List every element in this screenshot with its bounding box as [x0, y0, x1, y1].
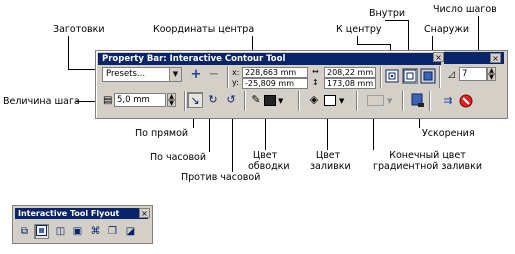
interactive-tool-flyout: Interactive Tool Flyout × ⧉ ◫ ▣ ⌘ ❒ ◪: [12, 205, 153, 244]
steps-spin-up-icon[interactable]: ▲: [487, 67, 496, 74]
label-outside: Снаружи: [424, 24, 470, 35]
spin-up-icon[interactable]: ▲: [167, 93, 176, 100]
label-to-center: К центру: [336, 24, 382, 35]
fill-color-dropdown-arrow[interactable]: ▼: [339, 97, 344, 105]
label-center-coordinates: Координаты центра: [153, 24, 255, 35]
center-x-input[interactable]: 228,663 mm: [242, 67, 308, 78]
close-icon[interactable]: ×: [490, 53, 501, 63]
counterclockwise-icon: ↺: [226, 93, 236, 106]
label-acceleration: Ускорения: [422, 128, 475, 139]
end-gradient-color-swatch[interactable]: [367, 95, 384, 106]
label-fill-color: Цвет заливки: [310, 150, 351, 172]
separator: [298, 91, 300, 111]
outline-color-swatch[interactable]: [264, 95, 276, 106]
straight-blend-button[interactable]: ↘: [187, 92, 203, 108]
end-gradient-dropdown-arrow[interactable]: ▼: [387, 97, 392, 105]
transparency-tool-icon[interactable]: ◪: [123, 224, 138, 239]
remove-preset-button[interactable]: −: [206, 67, 222, 83]
distort-tool-icon[interactable]: ◫: [53, 224, 68, 239]
label-number-of-steps: Число шагов: [433, 4, 497, 15]
fill-color-swatch[interactable]: [324, 95, 336, 106]
label-step-size: Величина шага: [3, 96, 80, 107]
copy-contour-button[interactable]: ⇉: [440, 93, 456, 109]
separator: [356, 91, 358, 111]
property-bar: Property Bar: Interactive Contour Tool ×…: [95, 50, 447, 119]
spin-down-icon[interactable]: ▼: [167, 100, 176, 107]
separator: [244, 91, 246, 111]
leader-line: [357, 36, 358, 44]
x-label: x:: [232, 68, 240, 77]
y-label: y:: [232, 78, 239, 87]
label-straight: По прямой: [135, 128, 189, 139]
straight-blend-icon: ↘: [190, 94, 200, 107]
to-center-icon: [385, 69, 399, 83]
counterclockwise-blend-button[interactable]: ↺: [223, 92, 239, 108]
acceleration-button[interactable]: [409, 92, 425, 108]
clockwise-blend-button[interactable]: ↻: [205, 92, 221, 108]
clockwise-icon: ↻: [208, 93, 218, 106]
number-of-steps-input[interactable]: 7: [459, 67, 487, 81]
separator: [429, 91, 431, 111]
step-offset-input[interactable]: 5,0 mm: [114, 93, 166, 107]
width-input[interactable]: 208,22 mm: [324, 67, 376, 78]
acceleration-icon: [411, 93, 424, 107]
pen-icon: ✎: [251, 93, 261, 106]
contour-icon: [36, 225, 47, 236]
leader-line: [68, 36, 69, 69]
inside-button[interactable]: [402, 68, 418, 84]
steps-icon: ◿: [448, 70, 455, 80]
blend-tool-icon[interactable]: ⧉: [17, 224, 32, 239]
add-preset-button[interactable]: +: [188, 67, 204, 83]
steps-spin-down-icon[interactable]: ▼: [487, 74, 496, 81]
fill-bucket-icon: ◈: [309, 93, 319, 106]
extrude-tool-icon[interactable]: ❒: [105, 224, 120, 239]
label-outline-color: Цвет обводки: [248, 150, 290, 172]
presets-value: Presets...: [106, 69, 146, 79]
flyout-title[interactable]: Interactive Tool Flyout: [15, 208, 148, 219]
contour-tool-icon[interactable]: [34, 224, 49, 239]
leader-line: [357, 44, 391, 45]
label-counterclockwise: Против часовой: [181, 172, 261, 183]
height-icon: ↕: [312, 78, 319, 87]
separator: [439, 66, 441, 88]
clear-contour-button[interactable]: [458, 93, 474, 109]
outline-color-dropdown-arrow[interactable]: ▼: [278, 97, 283, 105]
width-icon: ↔: [312, 67, 319, 76]
leader-line: [385, 20, 409, 21]
label-inside: Внутри: [369, 8, 406, 19]
presets-dropdown[interactable]: Presets... ▼: [102, 67, 182, 82]
inside-icon: [403, 69, 417, 83]
label-presets: Заготовки: [53, 24, 105, 35]
property-bar-close-button[interactable]: ×: [433, 52, 444, 62]
outside-icon: [420, 68, 436, 84]
property-bar-title[interactable]: Property Bar: Interactive Contour Tool: [98, 53, 441, 65]
chevron-down-icon[interactable]: ▼: [169, 68, 181, 81]
separator: [380, 66, 382, 88]
center-y-input[interactable]: -25,809 mm: [242, 78, 308, 89]
separator: [184, 91, 186, 111]
drop-shadow-tool-icon[interactable]: ▣: [70, 224, 85, 239]
label-clockwise: По часовой: [150, 152, 207, 163]
copy-properties-icon: ⇉: [443, 94, 453, 107]
separator: [227, 66, 229, 88]
flyout-close-button[interactable]: ×: [139, 208, 150, 218]
label-end-gradient-color: Конечный цвет градиентной заливки: [372, 150, 483, 172]
envelope-tool-icon[interactable]: ⌘: [88, 224, 103, 239]
separator: [402, 91, 404, 111]
to-center-button[interactable]: [384, 68, 400, 84]
step-offset-icon: ▤: [103, 95, 113, 106]
outside-button[interactable]: [420, 68, 436, 84]
clear-contour-icon: [459, 94, 473, 108]
height-input[interactable]: 173,08 mm: [324, 78, 376, 89]
